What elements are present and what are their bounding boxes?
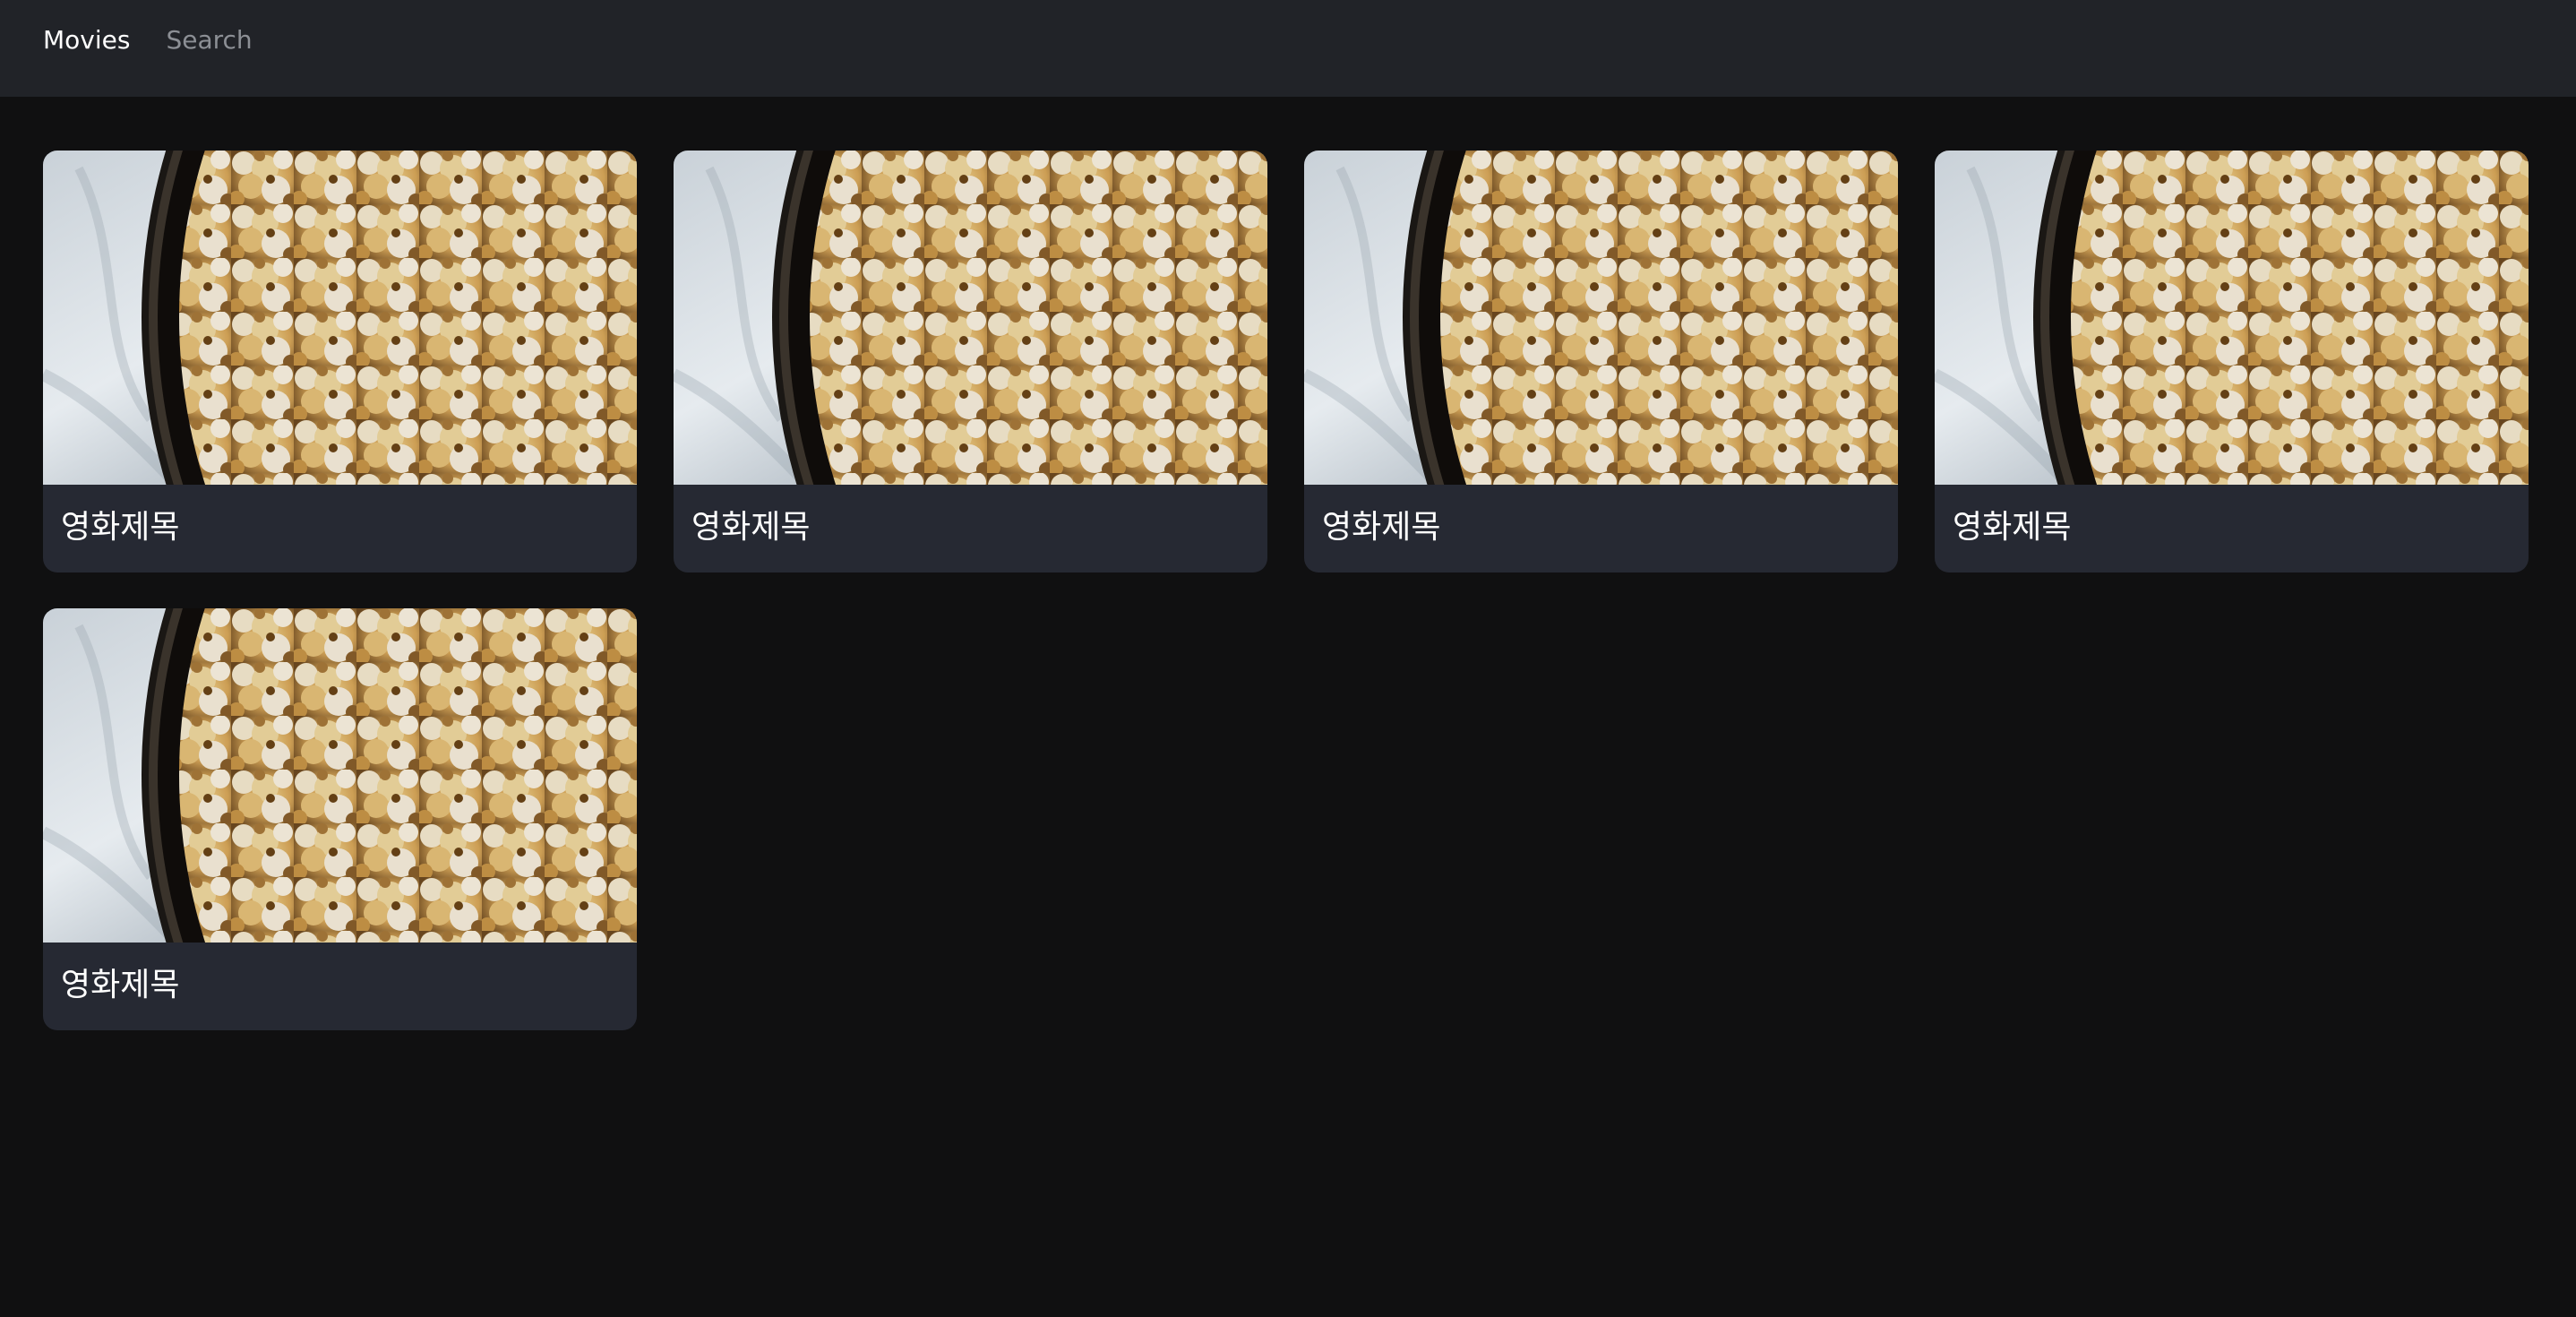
movie-title: 영화제목 bbox=[1953, 509, 2072, 546]
movie-poster-image bbox=[43, 608, 637, 943]
movie-poster-image bbox=[674, 151, 1267, 485]
movie-card[interactable]: 영화제목 bbox=[43, 608, 637, 1030]
movie-card[interactable]: 영화제목 bbox=[1304, 151, 1898, 572]
movie-title: 영화제목 bbox=[691, 509, 811, 546]
movie-poster-image bbox=[1304, 151, 1898, 485]
movie-card[interactable]: 영화제목 bbox=[674, 151, 1267, 572]
movie-grid: 영화제목 영화제목 영화제목 영화제목 영화제목 bbox=[43, 151, 2529, 1030]
nav-link-movies[interactable]: Movies bbox=[43, 25, 130, 55]
movie-title: 영화제목 bbox=[61, 967, 180, 1003]
movie-title: 영화제목 bbox=[61, 509, 180, 546]
top-navbar: Movies Search bbox=[0, 0, 2576, 97]
movie-card[interactable]: 영화제목 bbox=[43, 151, 637, 572]
movie-title: 영화제목 bbox=[1322, 509, 1441, 546]
movie-poster-image bbox=[1935, 151, 2529, 485]
movie-card[interactable]: 영화제목 bbox=[1935, 151, 2529, 572]
nav-link-search[interactable]: Search bbox=[166, 25, 252, 55]
movie-poster-image bbox=[43, 151, 637, 485]
